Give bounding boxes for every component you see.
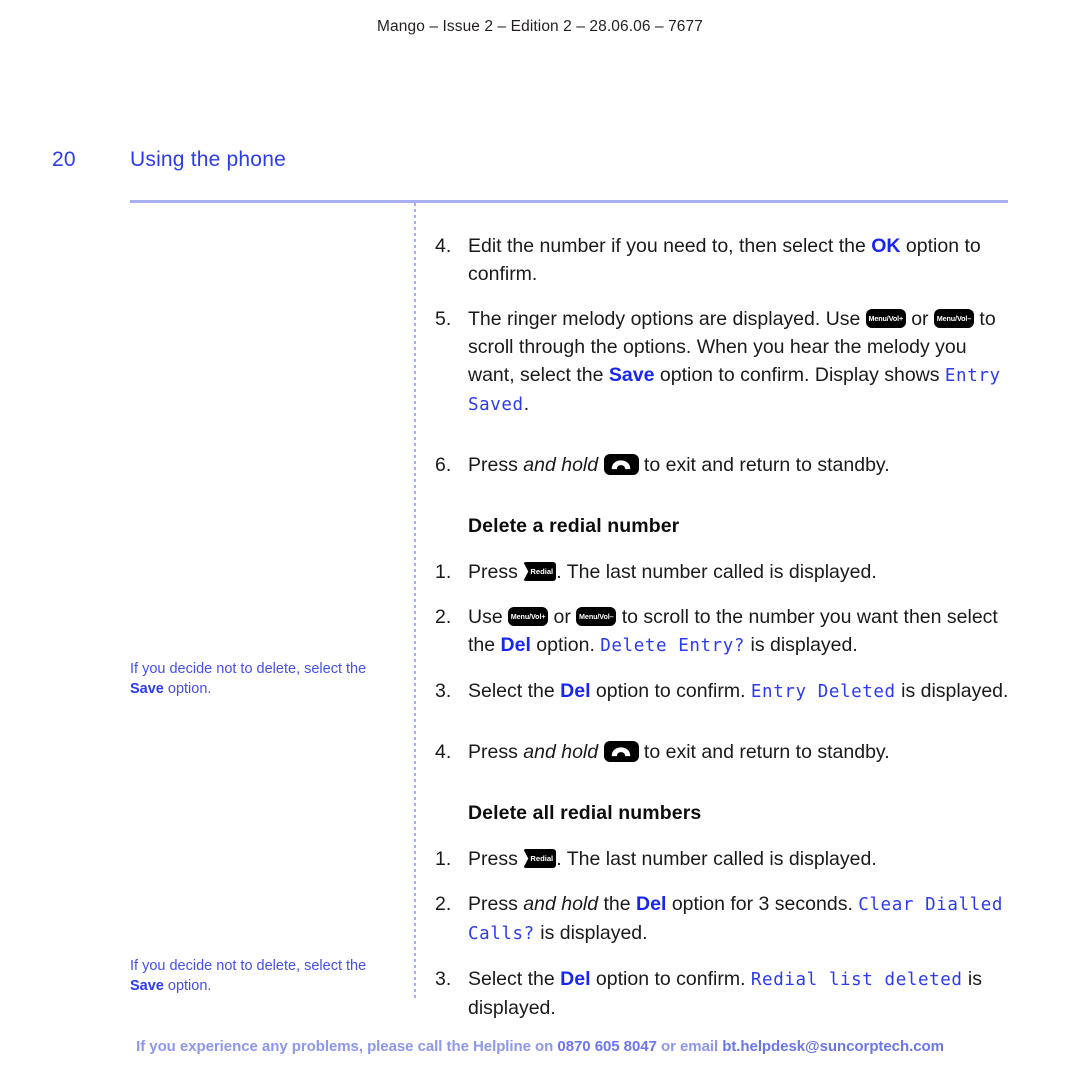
step-text-cont: option to confirm. xyxy=(590,680,751,702)
phone-handset-icon xyxy=(603,454,639,475)
footer-text-part2: or email xyxy=(656,1038,723,1055)
step-text-cont: . The last number called is displayed. xyxy=(556,561,877,583)
step-text: Select the xyxy=(468,680,561,702)
step-text: Press xyxy=(468,848,524,870)
footer-text-part1: If you experience any problems, please c… xyxy=(136,1038,558,1055)
step-text-cont: the xyxy=(598,893,637,915)
emphasis-and-hold: and hold xyxy=(523,454,599,476)
margin-note-1-bold: Save xyxy=(130,681,164,697)
step-text-cont: to exit and return to standby. xyxy=(638,741,890,763)
step-text-cont: option for 3 seconds. xyxy=(666,893,859,915)
step-item: 1. Press Redial. The last number called i… xyxy=(435,845,1015,873)
option-label-del: Del xyxy=(636,893,667,915)
main-content-column: 4. Edit the number if you need to, then s… xyxy=(435,232,1015,1039)
section-heading-delete-all: Delete all redial numbers xyxy=(468,802,702,824)
footer-helpline-number: 0870 605 8047 xyxy=(557,1038,657,1055)
step-item: 2. Use Menu/Vol+ or Menu/Vol– to scroll t… xyxy=(435,603,1015,660)
step-text-cont xyxy=(598,454,603,476)
step-text-cont: . The last number called is displayed. xyxy=(556,848,877,870)
redial-icon: Redial xyxy=(523,562,557,581)
step-number: 6. xyxy=(435,454,452,476)
footer-email-address: bt.helpdesk@suncorptech.com xyxy=(722,1038,944,1055)
step-text: The ringer melody options are displayed.… xyxy=(468,308,866,330)
step-text: Press xyxy=(468,893,524,915)
page-footer: If you experience any problems, please c… xyxy=(0,1038,1080,1055)
step-text-cont: option. xyxy=(530,634,601,656)
step-number: 4. xyxy=(435,741,452,763)
margin-note-1-text-before: If you decide not to delete, select the xyxy=(130,661,367,677)
margin-note-1-text-after: option. xyxy=(163,681,212,697)
step-text-cont: or xyxy=(548,606,577,628)
step-number: 4. xyxy=(435,235,452,257)
step-text: Press xyxy=(468,561,524,583)
page-title-row: 20 Using the phone xyxy=(0,148,1080,182)
phone-handset-icon xyxy=(603,741,639,762)
menu-vol-up-icon: Menu/Vol+ xyxy=(865,309,906,328)
redial-icon: Redial xyxy=(523,849,557,868)
option-label-ok: OK xyxy=(871,235,901,257)
step-number: 2. xyxy=(435,893,452,915)
running-header: Mango – Issue 2 – Edition 2 – 28.06.06 –… xyxy=(377,18,703,35)
lcd-display-text: Entry Deleted xyxy=(750,682,896,702)
column-divider xyxy=(414,203,416,1001)
step-text: Use xyxy=(468,606,509,628)
step-text: Edit the number if you need to, then sel… xyxy=(468,235,872,257)
step-text-cont: . xyxy=(523,393,530,415)
option-label-del: Del xyxy=(560,968,591,990)
margin-note-1: If you decide not to delete, select the … xyxy=(130,659,392,699)
emphasis-and-hold: and hold xyxy=(523,893,599,915)
menu-vol-up-icon: Menu/Vol+ xyxy=(508,607,549,626)
step-item: 4. Edit the number if you need to, then s… xyxy=(435,232,1015,288)
step-item: 4. Press and hold to exit and return to s… xyxy=(435,738,1015,766)
chapter-title: Using the phone xyxy=(130,148,286,171)
margin-note-2-text-before: If you decide not to delete, select the xyxy=(130,958,367,974)
step-number: 1. xyxy=(435,848,452,870)
step-text-cont: or xyxy=(905,308,934,330)
step-text-cont: is displayed. xyxy=(895,680,1009,702)
lcd-display-text: Redial list deleted xyxy=(750,970,963,990)
step-item: 5. The ringer melody options are displaye… xyxy=(435,305,1015,419)
step-number: 1. xyxy=(435,561,452,583)
step-text: Select the xyxy=(468,968,561,990)
margin-note-2: If you decide not to delete, select the … xyxy=(130,956,392,996)
step-number: 2. xyxy=(435,606,452,628)
step-text-cont: to exit and return to standby. xyxy=(638,454,890,476)
step-text-cont xyxy=(598,741,603,763)
step-number: 5. xyxy=(435,308,452,330)
margin-note-2-text-after: option. xyxy=(163,978,212,994)
step-number: 3. xyxy=(435,680,452,702)
header-divider xyxy=(130,200,1008,203)
option-label-del: Del xyxy=(500,634,531,656)
menu-vol-down-icon: Menu/Vol– xyxy=(933,309,974,328)
step-text-cont: option to confirm. xyxy=(590,968,751,990)
step-item: 2. Press and hold the Del option for 3 se… xyxy=(435,890,1015,948)
step-item: 3. Select the Del option to confirm. Entr… xyxy=(435,677,1015,706)
step-text: Press xyxy=(468,454,524,476)
step-number: 3. xyxy=(435,968,452,990)
margin-note-2-bold: Save xyxy=(130,978,164,994)
step-text-cont: is displayed. xyxy=(745,634,858,656)
step-item: 1. Press Redial. The last number called i… xyxy=(435,558,1015,586)
step-text-cont: is displayed. xyxy=(534,922,648,944)
step-item: 3. Select the Del option to confirm. Redi… xyxy=(435,965,1015,1022)
emphasis-and-hold: and hold xyxy=(523,741,599,763)
option-label-save: Save xyxy=(608,364,655,386)
step-text-cont: option to confirm. Display shows xyxy=(654,364,945,386)
lcd-display-text: Delete Entry? xyxy=(600,636,746,656)
section-heading-delete-one: Delete a redial number xyxy=(468,515,680,537)
option-label-del: Del xyxy=(560,680,591,702)
menu-vol-down-icon: Menu/Vol– xyxy=(576,607,617,626)
step-text: Press xyxy=(468,741,524,763)
page-number: 20 xyxy=(52,148,76,171)
step-item: 6. Press and hold to exit and return to s… xyxy=(435,451,1015,479)
